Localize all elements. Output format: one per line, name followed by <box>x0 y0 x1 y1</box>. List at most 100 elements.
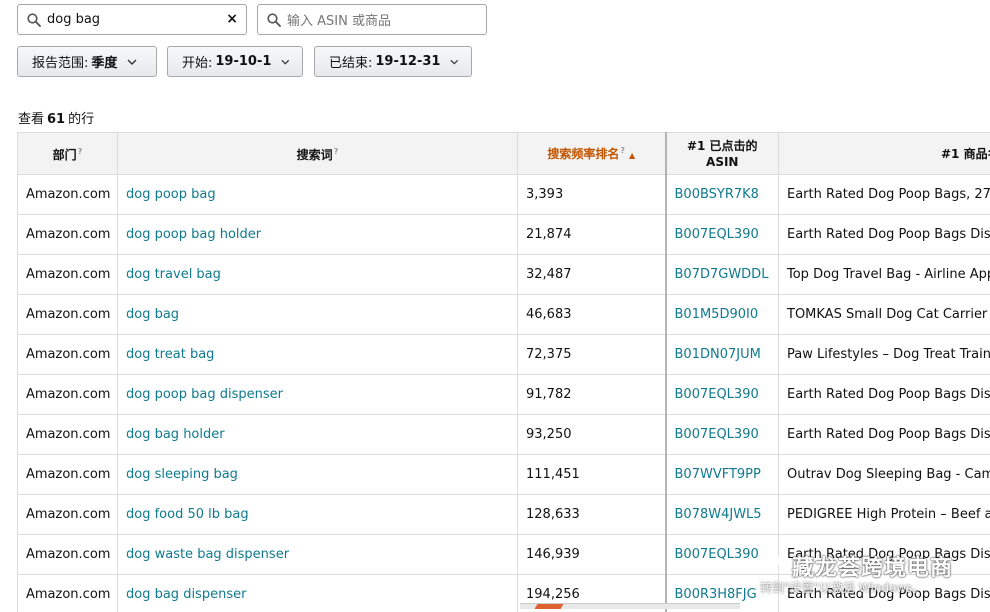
search-term-link[interactable]: dog poop bag dispenser <box>126 387 283 402</box>
cell-asin[interactable]: B007EQL390 <box>666 415 779 455</box>
report-range-dropdown[interactable]: 报告范围:季度 <box>17 46 157 77</box>
header-top-product-name[interactable]: #1 商品名 <box>779 133 990 175</box>
table-row: Amazon.comdog food 50 lb bag128,633B078W… <box>18 495 990 535</box>
search-icon <box>267 13 281 27</box>
end-date-dropdown[interactable]: 已结束:19-12-31 <box>314 46 472 77</box>
cell-department: Amazon.com <box>18 335 118 375</box>
asin-link[interactable]: B01DN07JUM <box>675 347 761 362</box>
table-row: Amazon.comdog poop bag holder21,874B007E… <box>18 215 990 255</box>
cell-product-name: Earth Rated Dog Poop Bags Disper <box>779 215 990 255</box>
asin-link[interactable]: B07WVFT9PP <box>675 467 761 482</box>
asin-link[interactable]: B078W4JWL5 <box>675 507 762 522</box>
cell-asin[interactable]: B01DN07JUM <box>666 335 779 375</box>
asin-link[interactable]: B007EQL390 <box>675 427 759 442</box>
row-count-number: 61 <box>47 112 65 127</box>
asin-link[interactable]: B007EQL390 <box>675 387 759 402</box>
search-terms-table: 部门? 搜索词? 搜索频率排名?▲ #1 已点击的ASIN #1 商品名 Ama… <box>17 132 990 612</box>
header-search-frequency-rank[interactable]: 搜索频率排名?▲ <box>518 133 666 175</box>
cell-rank: 32,487 <box>518 255 666 295</box>
cell-rank: 3,393 <box>518 175 666 215</box>
cell-search-term[interactable]: dog bag <box>118 295 518 335</box>
search-term-link[interactable]: dog travel bag <box>126 267 221 282</box>
cell-search-term[interactable]: dog sleeping bag <box>118 455 518 495</box>
search-term-link[interactable]: dog bag <box>126 307 179 322</box>
keyword-search-value[interactable]: dog bag <box>47 12 100 27</box>
search-term-link[interactable]: dog treat bag <box>126 347 214 362</box>
asin-search-placeholder[interactable]: 输入 ASIN 或商品 <box>287 10 391 29</box>
cell-search-term[interactable]: dog food 50 lb bag <box>118 495 518 535</box>
info-icon: ? <box>78 147 83 156</box>
cell-department: Amazon.com <box>18 415 118 455</box>
sort-ascending-icon: ▲ <box>629 151 635 160</box>
cell-search-term[interactable]: dog travel bag <box>118 255 518 295</box>
cell-department: Amazon.com <box>18 575 118 612</box>
header-top-clicked-asin[interactable]: #1 已点击的ASIN <box>666 133 779 175</box>
search-term-link[interactable]: dog bag holder <box>126 427 225 442</box>
search-terms-table-container: 部门? 搜索词? 搜索频率排名?▲ #1 已点击的ASIN #1 商品名 Ama… <box>17 132 990 612</box>
row-count-prefix: 查看 <box>18 112 44 127</box>
cell-rank: 72,375 <box>518 335 666 375</box>
table-row: Amazon.comdog poop bag dispenser91,782B0… <box>18 375 990 415</box>
cell-search-term[interactable]: dog waste bag dispenser <box>118 535 518 575</box>
cell-search-term[interactable]: dog poop bag <box>118 175 518 215</box>
cell-product-name: Earth Rated Dog Poop Bags Disper <box>779 375 990 415</box>
cell-asin[interactable]: B007EQL390 <box>666 375 779 415</box>
cell-asin[interactable]: B007EQL390 <box>666 535 779 575</box>
cell-search-term[interactable]: dog poop bag holder <box>118 215 518 255</box>
search-term-link[interactable]: dog bag dispenser <box>126 587 246 602</box>
cell-product-name: Top Dog Travel Bag - Airline Appro <box>779 255 990 295</box>
asin-link[interactable]: B007EQL390 <box>675 547 759 562</box>
table-row: Amazon.comdog bag dispenser194,256B00R3H… <box>18 575 990 612</box>
start-date-value: 19-10-1 <box>215 54 271 69</box>
cell-product-name: PEDIGREE High Protein – Beef and <box>779 495 990 535</box>
search-term-link[interactable]: dog poop bag holder <box>126 227 261 242</box>
table-row: Amazon.comdog poop bag3,393B00BSYR7K8Ear… <box>18 175 990 215</box>
cell-product-name: TOMKAS Small Dog Cat Carrier Slin <box>779 295 990 335</box>
cell-rank: 21,874 <box>518 215 666 255</box>
header-department[interactable]: 部门? <box>18 133 118 175</box>
search-term-link[interactable]: dog sleeping bag <box>126 467 238 482</box>
cell-search-term[interactable]: dog bag holder <box>118 415 518 455</box>
cell-department: Amazon.com <box>18 455 118 495</box>
search-term-link[interactable]: dog food 50 lb bag <box>126 507 249 522</box>
asin-link[interactable]: B007EQL390 <box>675 227 759 242</box>
search-term-link[interactable]: dog waste bag dispenser <box>126 547 289 562</box>
chevron-down-icon <box>450 59 459 65</box>
scroll-accent-mark <box>535 604 564 609</box>
cell-asin[interactable]: B01M5D90I0 <box>666 295 779 335</box>
cell-asin[interactable]: B078W4JWL5 <box>666 495 779 535</box>
table-row: Amazon.com dog sleeping bag 111,451 B07WVFT… <box>18 455 990 495</box>
asin-link[interactable]: B01M5D90I0 <box>675 307 759 322</box>
end-date-label: 已结束: <box>329 52 372 71</box>
cell-search-term[interactable]: dog poop bag dispenser <box>118 375 518 415</box>
info-icon: ? <box>334 147 339 156</box>
report-range-value: 季度 <box>91 52 117 71</box>
start-date-label: 开始: <box>182 52 212 71</box>
cell-rank: 93,250 <box>518 415 666 455</box>
header-search-term[interactable]: 搜索词? <box>118 133 518 175</box>
horizontal-scrollbar[interactable] <box>520 603 740 609</box>
search-term-link[interactable]: dog poop bag <box>126 187 216 202</box>
row-count-summary: 查看61的行 <box>18 108 94 127</box>
asin-link[interactable]: B00BSYR7K8 <box>675 187 759 202</box>
table-row: Amazon.comdog travel bag32,487B07D7GWDDL… <box>18 255 990 295</box>
cell-asin[interactable]: B07D7GWDDL <box>666 255 779 295</box>
table-row: Amazon.comdog treat bag72,375B01DN07JUMP… <box>18 335 990 375</box>
cell-asin[interactable]: B07WVFT9PP <box>666 455 779 495</box>
asin-link[interactable]: B00R3H8FJG <box>675 587 757 602</box>
cell-department: Amazon.com <box>18 175 118 215</box>
cell-search-term[interactable]: dog bag dispenser <box>118 575 518 612</box>
cell-asin[interactable]: B007EQL390 <box>666 215 779 255</box>
asin-link[interactable]: B07D7GWDDL <box>675 267 769 282</box>
cell-rank: 91,782 <box>518 375 666 415</box>
cell-rank: 46,683 <box>518 295 666 335</box>
keyword-search-input[interactable]: dog bag × <box>17 4 247 35</box>
clear-search-button[interactable]: × <box>226 11 238 27</box>
search-icon <box>27 13 41 27</box>
cell-rank: 111,451 <box>518 455 666 495</box>
chevron-down-icon <box>281 59 290 65</box>
start-date-dropdown[interactable]: 开始:19-10-1 <box>167 46 303 77</box>
cell-asin[interactable]: B00BSYR7K8 <box>666 175 779 215</box>
asin-search-input[interactable]: 输入 ASIN 或商品 <box>257 4 487 35</box>
cell-search-term[interactable]: dog treat bag <box>118 335 518 375</box>
